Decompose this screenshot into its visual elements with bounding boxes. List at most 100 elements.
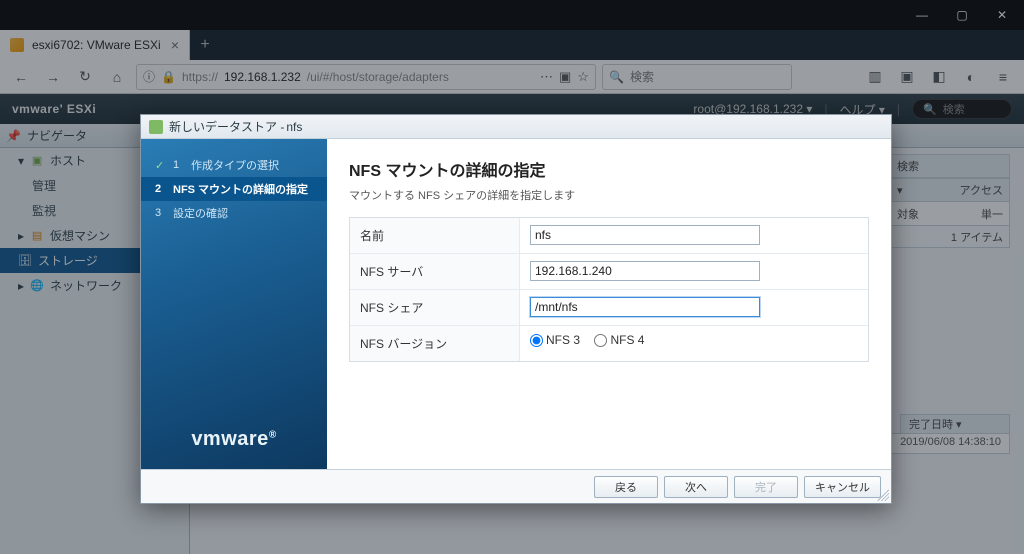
wizard-heading: NFS マウントの詳細の指定 — [349, 157, 869, 181]
step-number: 3 — [155, 207, 167, 219]
tasks-col-done[interactable]: 完了日時 ▾ — [900, 414, 1010, 433]
shield-icon[interactable]: ▣ — [559, 69, 571, 85]
storage-icon: 🗄 — [18, 254, 32, 268]
browser-search-box[interactable]: 🔍 検索 — [602, 64, 792, 90]
dialog-title-prefix: 新しいデータストア - — [169, 118, 284, 135]
browser-toolbar: ← → ↻ ⌂ ⓘ 🔒 https:// 192.168.1.232 /ui/#… — [0, 60, 1024, 94]
url-scheme: https:// — [182, 70, 218, 84]
wizard-step-3[interactable]: 3 設定の確認 — [141, 201, 327, 225]
step-label: NFS マウントの詳細の指定 — [173, 181, 308, 197]
expand-icon: ▸ — [18, 229, 24, 243]
label-nfs-server: NFS サーバ — [350, 254, 520, 289]
esxi-brand: vmware' ESXi — [12, 102, 96, 116]
cell-target: 対象 — [897, 206, 981, 222]
url-host: 192.168.1.232 — [224, 70, 301, 84]
sidebar-item-label: 監視 — [32, 202, 56, 219]
url-path: /ui/#/host/storage/adapters — [307, 70, 449, 84]
radio-nfs4-label: NFS 4 — [610, 333, 644, 347]
new-tab-button[interactable]: + — [190, 30, 220, 60]
col-unknown: ▾ — [897, 184, 960, 197]
star-icon[interactable]: ☆ — [577, 69, 589, 85]
dialog-footer: 戻る 次へ 完了 キャンセル — [141, 469, 891, 503]
host-icon: ▣ — [30, 154, 44, 168]
table-item-count: 1 アイテム — [951, 229, 1003, 245]
step-number: 2 — [155, 183, 167, 195]
new-datastore-dialog: 新しいデータストア - nfs 1 作成タイプの選択 2 NFS マウントの詳細… — [140, 114, 892, 504]
vm-icon: ▤ — [30, 229, 44, 243]
expand-icon: ▸ — [18, 279, 24, 293]
browser-tab-active[interactable]: esxi6702: VMware ESXi × — [0, 30, 190, 60]
esxi-search-box[interactable]: 🔍 検索 — [912, 99, 1012, 119]
input-nfs-share[interactable] — [530, 297, 760, 317]
window-maximize-button[interactable]: ▢ — [948, 1, 976, 29]
label-nfs-share: NFS シェア — [350, 290, 520, 325]
search-icon: 🔍 — [609, 70, 624, 84]
pocket-icon[interactable]: ▣ — [894, 64, 920, 90]
reader-icon[interactable]: ⋯ — [540, 69, 553, 85]
window-titlebar: — ▢ ✕ — [0, 0, 1024, 30]
back-button[interactable]: 戻る — [594, 476, 658, 498]
search-icon: 🔍 — [923, 103, 937, 116]
step-label: 作成タイプの選択 — [191, 157, 279, 173]
col-search[interactable]: 検索 — [890, 154, 1010, 178]
vmware-logo: vmware® — [141, 428, 327, 451]
step-number: 1 — [173, 159, 185, 171]
panel-pin-icon[interactable]: 📌 — [6, 129, 21, 143]
nav-reload-button[interactable]: ↻ — [72, 64, 98, 90]
label-nfs-version: NFS バージョン — [350, 326, 520, 361]
sidebar-item-label: 仮想マシン — [50, 227, 110, 244]
label-name: 名前 — [350, 218, 520, 253]
radio-nfs4[interactable]: NFS 4 — [594, 333, 644, 347]
esxi-search-placeholder: 検索 — [943, 101, 965, 117]
pintab-icon[interactable]: ◧ — [926, 64, 952, 90]
datastore-icon — [149, 120, 163, 134]
input-nfs-server[interactable] — [530, 261, 760, 281]
nav-back-button[interactable]: ← — [8, 64, 34, 90]
tab-close-icon[interactable]: × — [171, 37, 179, 53]
sidebar-item-label: 管理 — [32, 177, 56, 194]
sync-icon[interactable]: ◐ — [958, 64, 984, 90]
radio-nfs4-input[interactable] — [594, 334, 607, 347]
network-icon: 🌐 — [30, 279, 44, 293]
cell-single: 単一 — [981, 206, 1003, 222]
dialog-title: 新しいデータストア - nfs — [141, 115, 891, 139]
tab-favicon — [10, 38, 24, 52]
window-close-button[interactable]: ✕ — [988, 1, 1016, 29]
search-placeholder: 検索 — [630, 68, 654, 85]
navigator-title-text: ナビゲータ — [27, 127, 87, 144]
radio-nfs3[interactable]: NFS 3 — [530, 333, 580, 347]
dialog-title-name: nfs — [286, 120, 302, 134]
browser-tabstrip: esxi6702: VMware ESXi × + — [0, 30, 1024, 60]
sidebar-item-label: ストレージ — [38, 252, 98, 269]
lock-icon: 🔒 — [161, 70, 176, 84]
tab-title: esxi6702: VMware ESXi — [32, 38, 161, 52]
nav-forward-button[interactable]: → — [40, 64, 66, 90]
col-access[interactable]: アクセス — [960, 182, 1003, 198]
tasks-row-done: 2019/06/08 14:38:10 — [891, 434, 1010, 454]
finish-button[interactable]: 完了 — [734, 476, 798, 498]
sidebar-item-label: ホスト — [50, 152, 86, 169]
wizard-step-2[interactable]: 2 NFS マウントの詳細の指定 — [141, 177, 327, 201]
wizard-step-1[interactable]: 1 作成タイプの選択 — [141, 153, 327, 177]
cancel-button[interactable]: キャンセル — [804, 476, 881, 498]
check-icon — [155, 159, 167, 172]
library-icon[interactable]: ▥ — [862, 64, 888, 90]
input-datastore-name[interactable] — [530, 225, 760, 245]
datastore-table-right: 検索 ▾ アクセス 対象 単一 1 アイテム — [890, 154, 1010, 248]
info-icon: ⓘ — [143, 68, 155, 85]
sidebar-item-label: ネットワーク — [50, 277, 122, 294]
next-button[interactable]: 次へ — [664, 476, 728, 498]
esxi-brand-text: vmware' ESXi — [12, 102, 96, 116]
hamburger-menu-icon[interactable]: ≡ — [990, 64, 1016, 90]
window-minimize-button[interactable]: — — [908, 1, 936, 29]
step-label: 設定の確認 — [173, 205, 228, 221]
nav-home-button[interactable]: ⌂ — [104, 64, 130, 90]
wizard-form: NFS マウントの詳細の指定 マウントする NFS シェアの詳細を指定します 名… — [327, 139, 891, 469]
radio-nfs3-label: NFS 3 — [546, 333, 580, 347]
wizard-subheading: マウントする NFS シェアの詳細を指定します — [349, 187, 869, 203]
wizard-steps: 1 作成タイプの選択 2 NFS マウントの詳細の指定 3 設定の確認 vmwa… — [141, 139, 327, 469]
address-bar[interactable]: ⓘ 🔒 https:// 192.168.1.232 /ui/#/host/st… — [136, 64, 596, 90]
resize-grip-icon[interactable] — [877, 489, 889, 501]
radio-nfs3-input[interactable] — [530, 334, 543, 347]
expand-icon: ▾ — [18, 154, 24, 168]
